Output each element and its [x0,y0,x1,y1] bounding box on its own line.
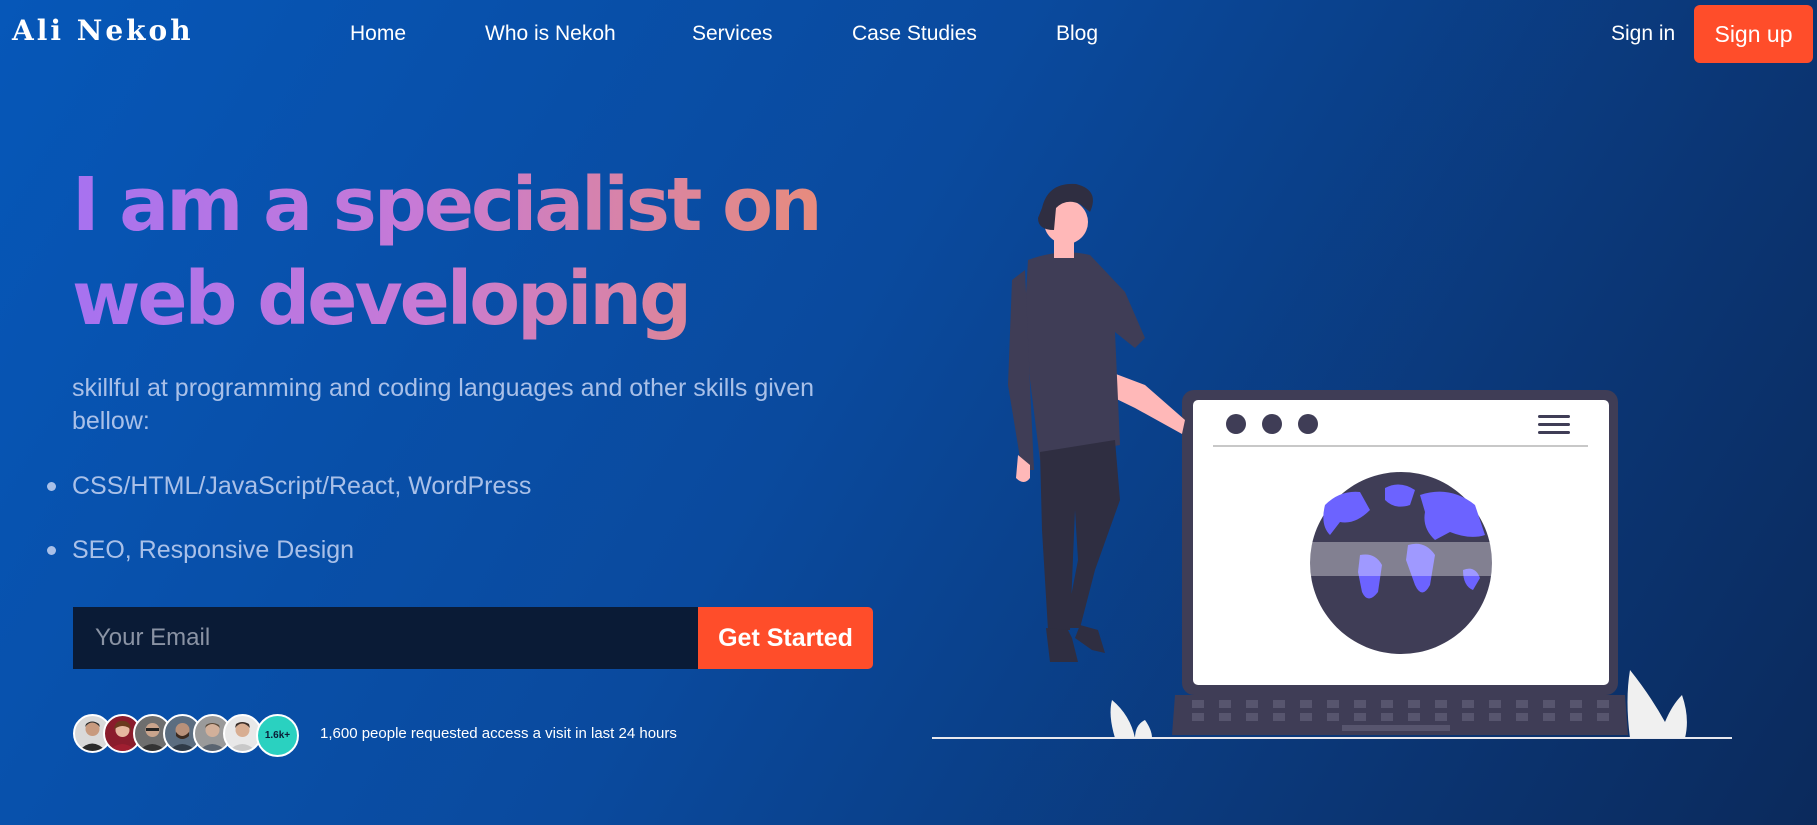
laptop-illustration [1172,390,1628,735]
skill-item-label: CSS/HTML/JavaScript/React, WordPress [72,472,532,500]
skills-list: CSS/HTML/JavaScript/React, WordPress SEO… [44,466,531,594]
nav-link-home[interactable]: Home [350,22,406,46]
hero-title-line-1: I am a specialist on [72,162,820,248]
sign-in-link[interactable]: Sign in [1611,22,1675,46]
site-logo[interactable]: Ali Nekoh [12,14,194,47]
hero-title-line-2: web developing [72,256,690,342]
bullet-icon [47,482,56,491]
social-proof-text: 1,600 people requested access a visit in… [320,725,677,742]
hero-subtitle: skillful at programming and coding langu… [72,374,815,435]
sign-up-button[interactable]: Sign up [1694,5,1813,63]
nav-link-case-studies[interactable]: Case Studies [852,22,977,46]
hero-title: I am a specialist on web developing [72,158,832,346]
email-input[interactable] [73,607,698,669]
developer-illustration [932,183,1732,739]
nav-link-blog[interactable]: Blog [1056,22,1098,46]
nav-link-services[interactable]: Services [692,22,773,46]
top-navbar: Ali Nekoh Home Who is Nekoh Services Cas… [0,0,1817,70]
avatar-count-badge: 1.6k+ [256,714,299,757]
get-started-button[interactable]: Get Started [698,607,873,669]
nav-link-who-is-nekoh[interactable]: Who is Nekoh [485,22,616,46]
skill-item: SEO, Responsive Design [44,530,531,594]
person-illustration [1008,183,1185,662]
skill-item: CSS/HTML/JavaScript/React, WordPress [44,466,531,530]
bullet-icon [47,546,56,555]
skill-item-label: SEO, Responsive Design [72,536,355,564]
